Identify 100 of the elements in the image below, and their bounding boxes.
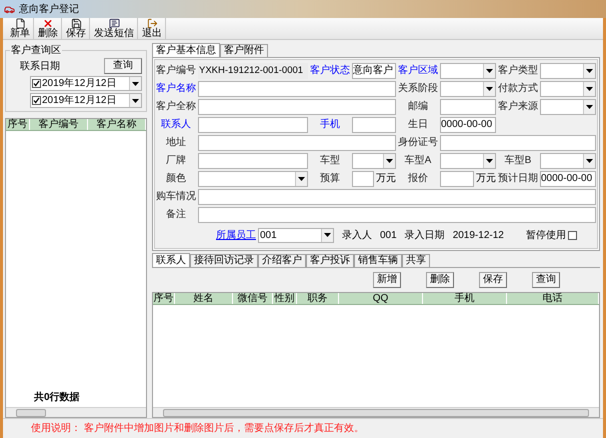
caret-icon[interactable] [583, 82, 595, 96]
field-label: 购车情况 [156, 190, 196, 204]
text-field[interactable]: 意向客户 [352, 63, 396, 79]
field-label: 地址 [165, 136, 187, 150]
staff-link[interactable]: 所属员工 [216, 228, 256, 242]
caret-icon[interactable] [583, 154, 595, 168]
field-label: 录入人 [342, 228, 372, 242]
exit-icon [146, 18, 158, 29]
column-header: 客户名称 [88, 119, 146, 130]
horizontal-scrollbar[interactable] [6, 407, 146, 417]
caret-icon[interactable] [483, 154, 495, 168]
field-value: 001 [380, 228, 397, 242]
status-message: 使用说明： 客户附件中增加图片和删除图片后，需要点保存后才真正有效。 [31, 422, 364, 436]
field-label: 备注 [165, 208, 187, 222]
toolbar-button[interactable]: 保存 [63, 18, 90, 39]
column-header: 序号 [153, 293, 175, 304]
caret-icon[interactable] [483, 64, 495, 78]
field-label: 客户编号 [156, 64, 196, 78]
row-count: 共0行数据 [33, 390, 81, 405]
text-field[interactable]: 0000-00-00 [440, 117, 496, 133]
dropdown[interactable] [352, 153, 396, 169]
toolbar-button[interactable]: 发送短信 [91, 18, 138, 39]
field-label: 邮编 [407, 100, 429, 114]
column-header: 职务 [297, 293, 339, 304]
field-label: 关系阶段 [398, 82, 438, 96]
column-header: 客户编号 [30, 119, 88, 130]
field-label: 客户全称 [156, 100, 196, 114]
date-picker[interactable]: 2019年12月12日 [30, 76, 142, 91]
column-header: 电话 [507, 293, 599, 304]
field-label: 厂牌 [165, 154, 187, 168]
action-button[interactable]: 新增 [373, 272, 401, 288]
field-label: 暂停使用 [526, 228, 566, 242]
dropdown[interactable]: 001 [258, 228, 334, 242]
column-header: 性别 [273, 293, 297, 304]
column-header: 微信号 [233, 293, 273, 304]
field-label: 车型 [319, 154, 341, 168]
unit-label: 万元 [376, 172, 396, 186]
field-label: 客户来源 [498, 100, 538, 114]
field-label: 报价 [407, 172, 429, 186]
text-field[interactable] [198, 207, 596, 223]
field-label: 联系日期 [20, 60, 60, 74]
horizontal-scrollbar[interactable] [153, 407, 599, 417]
text-field[interactable] [440, 99, 496, 115]
field-value: 2019-12-12 [452, 228, 504, 242]
column-header: 姓名 [175, 293, 233, 304]
field-label: 预算 [319, 172, 341, 186]
checkbox[interactable] [32, 96, 41, 105]
field-label: 付款方式 [498, 82, 538, 96]
group-title: 客户查询区 [10, 44, 62, 58]
action-button[interactable]: 删除 [426, 272, 454, 288]
field-label: 车型A [404, 154, 432, 168]
field-label: 客户状态 [310, 64, 350, 78]
column-header: 手机 [423, 293, 507, 304]
tab[interactable]: 介绍客户 [258, 254, 306, 267]
checkbox[interactable] [32, 79, 41, 88]
tab[interactable]: 客户投诉 [306, 254, 354, 267]
caret-icon[interactable] [129, 77, 141, 90]
text-field[interactable]: 0000-00-00 [540, 171, 596, 187]
text-field[interactable] [198, 99, 396, 115]
text-field[interactable] [198, 135, 396, 151]
caret-icon[interactable] [383, 154, 395, 168]
toolbar-button[interactable]: 删除 [35, 18, 62, 39]
field-label: 车型B [504, 154, 532, 168]
tab[interactable]: 接待回访记录 [190, 254, 258, 267]
text-field[interactable] [198, 81, 396, 97]
text-field[interactable] [440, 171, 474, 187]
toolbar-button[interactable]: 退出 [139, 18, 166, 39]
caret-icon[interactable] [321, 228, 333, 242]
text-field[interactable] [198, 117, 308, 133]
toolbar-button[interactable]: 新单 [7, 18, 34, 39]
field-label: 客户类型 [498, 64, 538, 78]
action-button[interactable]: 保存 [479, 272, 507, 288]
unit-label: 万元 [476, 172, 496, 186]
date-picker[interactable]: 2019年12月12日 [30, 93, 142, 108]
tab[interactable]: 联系人 [152, 253, 190, 267]
query-button[interactable]: 查询 [104, 58, 142, 74]
caret-icon[interactable] [295, 172, 307, 186]
caret-icon[interactable] [583, 64, 595, 78]
field-label: 身份证号 [398, 136, 438, 150]
checkbox[interactable] [568, 230, 577, 240]
text-field[interactable] [440, 135, 596, 151]
text-field[interactable] [198, 189, 596, 205]
tab[interactable]: 共享 [402, 254, 430, 267]
action-button[interactable]: 查询 [532, 272, 560, 288]
text-field[interactable]: YXKH-191212-001-0001 [198, 63, 308, 79]
caret-icon[interactable] [583, 100, 595, 114]
text-field[interactable] [198, 153, 308, 169]
caret-icon[interactable] [129, 94, 141, 107]
caret-icon[interactable] [483, 82, 495, 96]
field-label: 手机 [319, 118, 341, 132]
field-label: 颜色 [165, 172, 187, 186]
column-header: 序号 [6, 119, 30, 130]
tab[interactable]: 客户基本信息 [152, 43, 220, 57]
text-field[interactable] [352, 117, 396, 133]
message-icon [108, 18, 120, 29]
text-field[interactable] [352, 171, 374, 187]
document-icon [14, 18, 26, 29]
tab[interactable]: 销售车辆 [354, 254, 402, 267]
field-label: 客户区域 [398, 64, 438, 78]
tab[interactable]: 客户附件 [220, 44, 268, 57]
